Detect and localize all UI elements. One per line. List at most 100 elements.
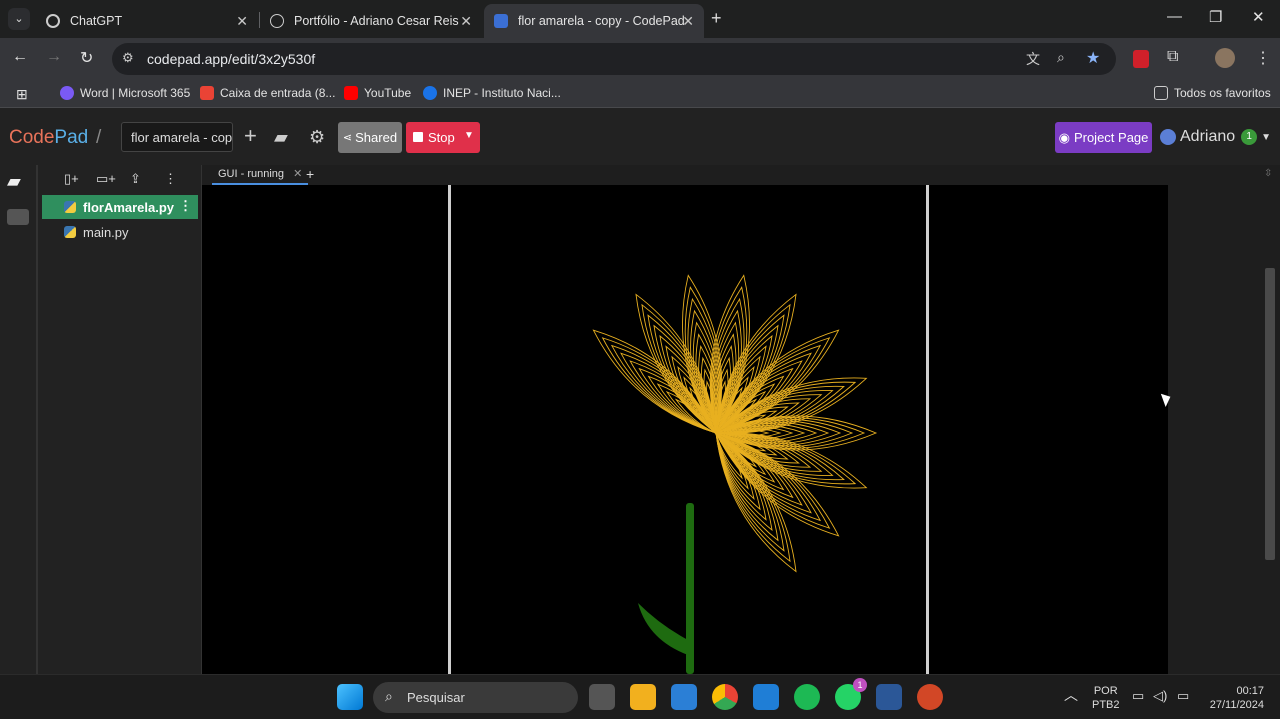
codepad-logo[interactable]: CodePad [9,127,88,149]
all-bookmarks-folder[interactable]: Todos os favoritos [1154,86,1271,100]
codepad-header: CodePad / flor amarela - copy + ▰ ⚙ ⋖ Sh… [0,108,1280,165]
word-icon[interactable] [876,684,902,710]
bookmark-youtube[interactable]: YouTube [344,86,411,100]
minimize-icon[interactable]: — [1167,8,1182,25]
chrome-icon[interactable] [712,684,738,710]
spotify-icon[interactable] [794,684,820,710]
windows-start-icon[interactable] [337,684,363,710]
logo-left: Code [9,127,55,148]
add-tab-icon[interactable]: + [306,166,314,182]
left-rail: ▰ [0,165,36,674]
battery-icon[interactable]: ▭ [1177,689,1189,703]
breadcrumb-slash: / [96,127,102,148]
scrollbar[interactable] [1265,268,1275,560]
network-icon[interactable]: ▭ [1132,689,1144,703]
bookmark-label: INEP - Instituto Naci... [443,86,561,100]
back-icon[interactable]: ← [12,48,28,66]
extension-icon[interactable] [1133,50,1149,68]
forward-icon[interactable]: → [46,48,62,66]
bookmark-star-icon[interactable]: ★ [1086,48,1100,68]
file-explorer-icon[interactable] [630,684,656,710]
url-text[interactable]: codepad.app/edit/3x2y530f [147,51,315,67]
file-item-floramarela[interactable]: florAmarela.py ⋮ [42,195,198,219]
clock[interactable]: 00:17 27/11/2024 [1204,684,1264,712]
files-folder-icon[interactable]: ▰ [7,171,21,192]
all-bookmarks-label: Todos os favoritos [1174,86,1271,100]
word-365-icon [60,86,74,100]
resize-icon[interactable]: ⇳ [1264,168,1272,179]
task-view-icon[interactable] [589,684,615,710]
shared-button[interactable]: ⋖ Shared [338,122,402,153]
store-icon[interactable] [671,684,697,710]
file-item-main[interactable]: main.py [42,220,198,244]
tab-search-button[interactable]: ⌄ [8,8,30,30]
file-name: main.py [83,224,129,240]
whatsapp-icon[interactable]: 1 [835,678,867,710]
chevron-down-icon[interactable]: ▼ [464,130,474,141]
close-icon[interactable]: ✕ [236,13,248,30]
open-folder-icon[interactable]: ▰ [274,127,288,148]
omnibox[interactable]: ⚙ codepad.app/edit/3x2y530f 文 ⌕ ★ [112,43,1116,75]
globe-icon [270,14,284,28]
new-project-icon[interactable]: + [244,123,257,149]
tab-label: GUI - running [218,168,285,180]
volume-icon[interactable]: ◁) [1153,689,1167,703]
stop-button[interactable]: Stop ▼ [406,122,480,153]
right-gutter [1168,185,1280,674]
close-icon[interactable]: ✕ [293,168,302,180]
restore-icon[interactable]: ❐ [1209,8,1222,26]
menu-kebab-icon[interactable]: ⋮ [1255,48,1271,68]
stop-label: Stop [428,130,455,145]
output-tab-strip: GUI - running ✕ + ⇳ [202,165,1280,185]
tab-gui-running[interactable]: GUI - running ✕ [212,165,309,185]
tab-title: flor amarela - copy - CodePad [518,14,685,28]
clock-time: 00:17 [1236,685,1264,697]
clock-date: 27/11/2024 [1209,699,1264,711]
settings-gear-icon[interactable]: ⚙ [309,127,325,148]
new-file-icon[interactable]: ▯+ [64,171,79,187]
python-icon [64,226,76,238]
project-name-input[interactable]: flor amarela - copy [121,122,233,152]
file-menu-icon[interactable]: ⋮ [179,198,192,214]
new-folder-icon[interactable]: ▭+ [96,171,116,187]
lang-2: PTB2 [1092,699,1120,711]
bookmark-label: Caixa de entrada (8... [220,86,336,100]
tab-chatgpt[interactable]: ChatGPT ✕ [36,4,258,38]
reload-icon[interactable]: ↻ [80,48,93,68]
zoom-icon[interactable]: ⌕ [1057,49,1065,66]
window-close-icon[interactable]: ✕ [1252,8,1265,26]
user-name: Adriano [1180,128,1236,145]
language-indicator[interactable]: POR PTB2 [1092,684,1120,712]
tab-codepad[interactable]: flor amarela - copy - CodePad ✕ [484,4,704,38]
powerpoint-icon[interactable] [917,684,943,710]
bookmark-inep[interactable]: INEP - Instituto Naci... [423,86,561,100]
robot-icon[interactable] [7,209,29,225]
bookmark-word[interactable]: Word | Microsoft 365 [60,86,190,100]
user-menu[interactable]: Adriano 1 ▼ [1160,128,1271,146]
taskbar-search[interactable]: ⌕ Pesquisar [373,682,578,713]
project-page-button[interactable]: ◉ Project Page [1055,122,1152,153]
gui-canvas[interactable] [208,185,1168,674]
close-icon[interactable]: ✕ [460,13,472,30]
close-icon[interactable]: ✕ [682,13,694,30]
search-placeholder: Pesquisar [407,690,465,705]
new-tab-icon[interactable]: + [711,8,722,29]
address-bar-row: ← → ↻ ⚙ codepad.app/edit/3x2y530f 文 ⌕ ★ … [0,38,1280,80]
bookmarks-bar: ⊞ Word | Microsoft 365 Caixa de entrada … [0,80,1280,108]
panel-menu-icon[interactable]: ⋮ [164,171,177,187]
codepad-icon [494,14,508,28]
shared-label: Shared [355,130,398,145]
profile-avatar[interactable] [1215,48,1235,68]
vscode-icon[interactable] [753,684,779,710]
apps-grid-icon[interactable]: ⊞ [16,86,28,103]
bookmark-gmail[interactable]: Caixa de entrada (8... [200,86,335,100]
tray-chevron-up-icon[interactable]: ︿ [1064,688,1078,702]
site-info-icon[interactable]: ⚙ [122,50,134,66]
chatgpt-icon [46,14,60,28]
lang-1: POR [1093,685,1118,697]
extensions-puzzle-icon[interactable]: ⧉ [1167,48,1178,66]
translate-icon[interactable]: 文 [1026,49,1040,69]
eye-icon: ◉ [1058,129,1070,145]
tab-portfolio[interactable]: Portfólio - Adriano Cesar Reis ✕ [260,4,482,38]
upload-icon[interactable]: ⇪ [130,171,141,187]
